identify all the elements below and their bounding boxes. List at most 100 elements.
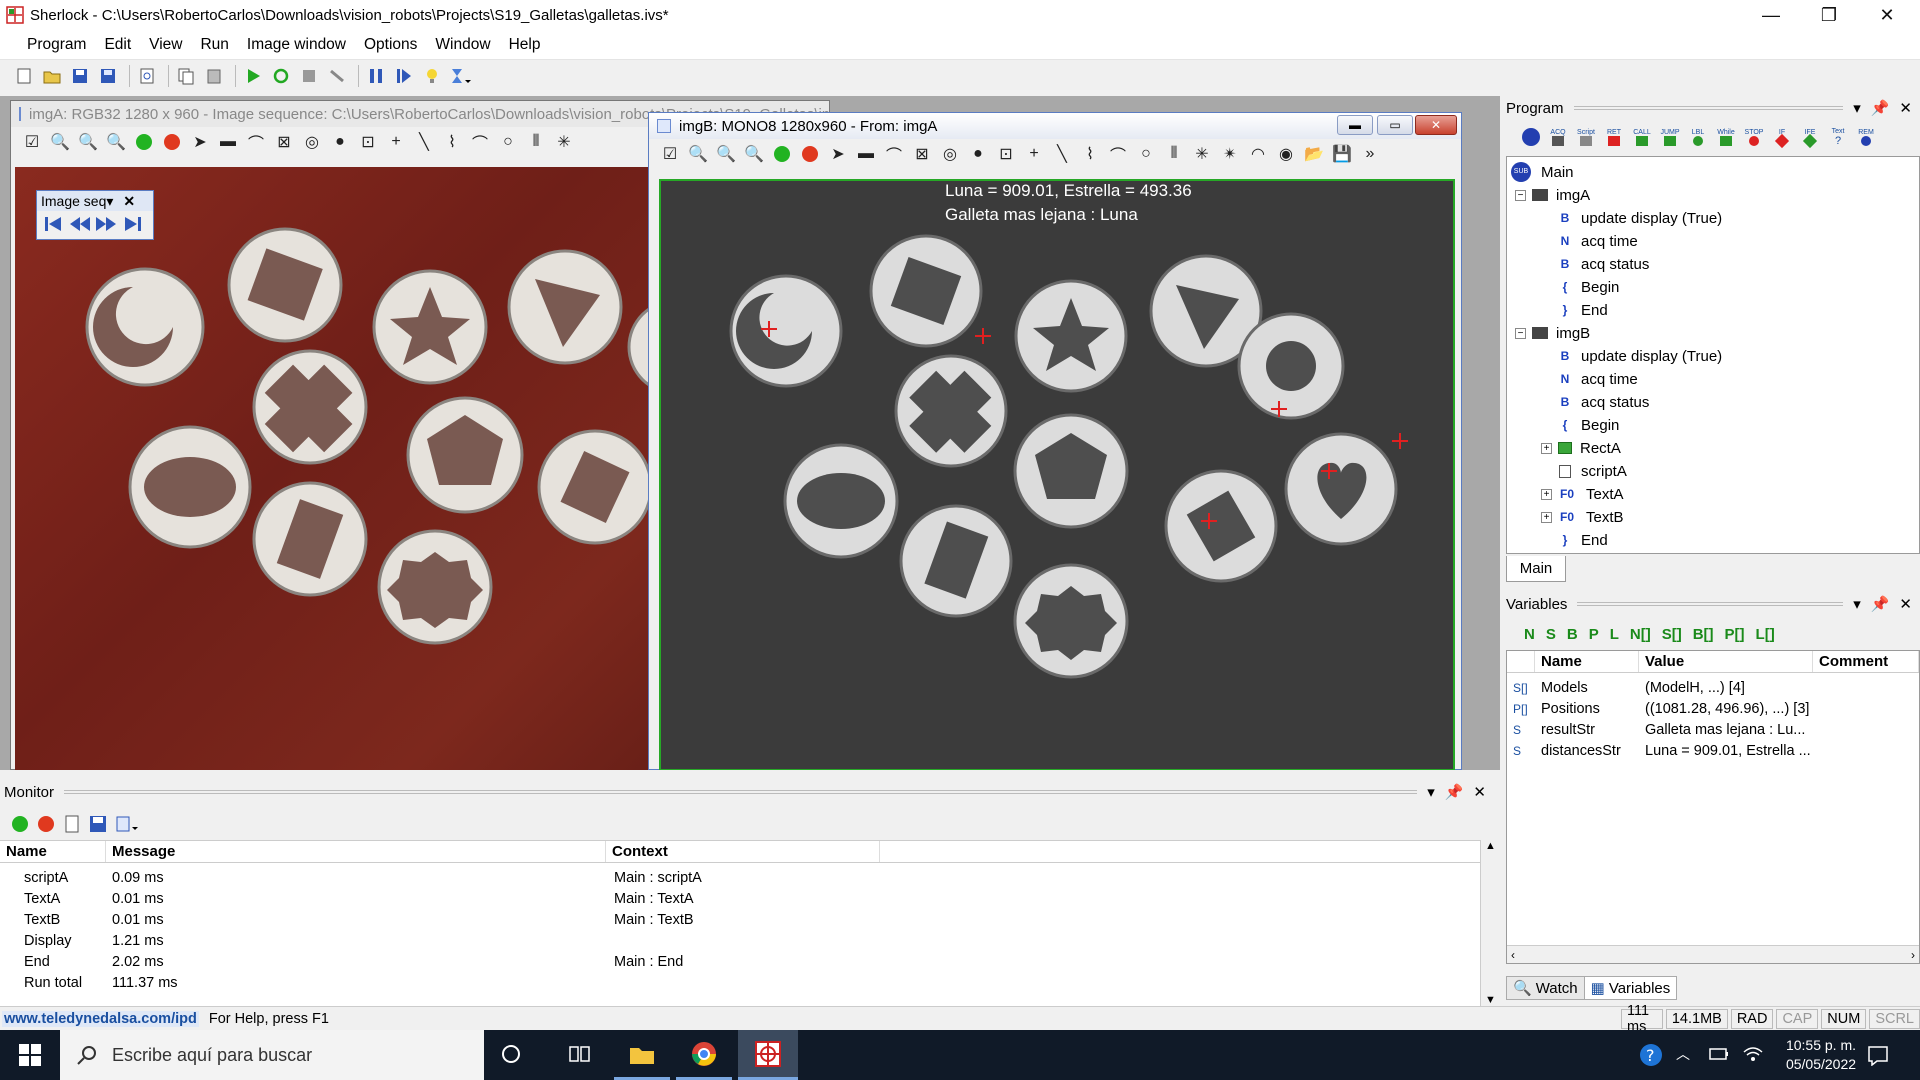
acq-instruction-icon[interactable]: ACQ xyxy=(1546,129,1570,146)
previous-frame-icon[interactable] xyxy=(69,215,91,237)
column-name[interactable]: Name xyxy=(0,841,106,862)
sherlock-taskbar-icon[interactable] xyxy=(738,1030,798,1080)
script-instruction-icon[interactable]: Script xyxy=(1574,129,1598,146)
dock-close-icon[interactable]: ✕ xyxy=(1899,595,1912,613)
dock-pin-icon[interactable]: 📌 xyxy=(1871,595,1890,613)
add-boolean-array-button[interactable]: B[] xyxy=(1693,626,1714,643)
add-string-array-button[interactable]: S[] xyxy=(1662,626,1682,643)
annulus-icon[interactable]: ◠ xyxy=(1247,143,1269,165)
monitor-row[interactable]: Run total 111.37 ms xyxy=(0,972,1480,993)
image-sequence-header[interactable]: Image seq▾ ✕ xyxy=(37,191,153,211)
star-icon[interactable]: ✴ xyxy=(1219,143,1241,165)
show-hidden-icons-icon[interactable]: ︿ xyxy=(1676,1044,1690,1064)
run-continuous-icon[interactable] xyxy=(269,64,293,88)
variables-grid[interactable]: Name Value Comment S[] Models (ModelH, .… xyxy=(1506,650,1920,964)
column-message[interactable]: Message xyxy=(106,841,606,862)
imgB-canvas[interactable]: Luna = 909.01, Estrella = 493.36 Galleta… xyxy=(659,179,1455,770)
monitor-stop-icon[interactable] xyxy=(36,814,56,834)
reset-icon[interactable] xyxy=(325,64,349,88)
dock-pin-icon[interactable]: 📌 xyxy=(1445,783,1464,801)
tree-node-imgA-acq-status[interactable]: Bacq status xyxy=(1559,253,1650,275)
zoom-out-icon[interactable]: 🔍 xyxy=(49,131,71,153)
program-tree[interactable]: SUB Main − imgA Bupdate display (True) N… xyxy=(1506,156,1920,554)
tree-node-main[interactable]: SUB Main xyxy=(1511,161,1574,183)
close-button[interactable]: ✕ xyxy=(1858,0,1916,30)
tab-main[interactable]: Main xyxy=(1506,556,1566,582)
pointer-icon[interactable]: ➤ xyxy=(189,131,211,153)
filled-circle-roi-icon[interactable]: ● xyxy=(967,143,989,165)
tree-node-imgA[interactable]: − imgA xyxy=(1515,184,1590,206)
tree-node-imgA-acq-time[interactable]: Nacq time xyxy=(1559,230,1638,252)
zoom-out-icon[interactable]: 🔍 xyxy=(687,143,709,165)
add-boolean-var-button[interactable]: B xyxy=(1567,626,1578,643)
collapse-toggle[interactable]: − xyxy=(1515,327,1526,339)
label-instruction-icon[interactable]: LBL xyxy=(1686,129,1710,146)
variable-row[interactable]: S distancesStr Luna = 909.01, Estrella .… xyxy=(1507,740,1919,761)
add-point-array-button[interactable]: P[] xyxy=(1725,626,1745,643)
reference-icon[interactable]: ⊠ xyxy=(273,131,295,153)
if-instruction-icon[interactable]: IF xyxy=(1770,129,1794,148)
monitor-clear-icon[interactable] xyxy=(62,814,82,834)
dock-dropdown-icon[interactable]: ▾ xyxy=(1853,595,1861,613)
pointer-icon[interactable]: ➤ xyxy=(827,143,849,165)
new-file-icon[interactable] xyxy=(12,64,36,88)
variable-row[interactable]: P[] Positions ((1081.28, 496.96), ...) [… xyxy=(1507,698,1919,719)
subroutine-icon[interactable] xyxy=(1520,126,1542,148)
dock-dropdown-icon[interactable]: ▾ xyxy=(1853,99,1861,117)
battery-icon[interactable] xyxy=(1708,1044,1730,1068)
monitor-row[interactable]: TextA 0.01 ms Main : TextA xyxy=(0,888,1480,909)
rake-icon[interactable]: ⦀ xyxy=(525,131,547,153)
start-button[interactable] xyxy=(0,1030,60,1080)
minimize-button[interactable]: — xyxy=(1742,0,1800,30)
line-icon[interactable]: ╲ xyxy=(413,131,435,153)
tree-node-imgB-end[interactable]: } End xyxy=(1559,529,1608,551)
add-line-var-button[interactable]: L xyxy=(1610,626,1619,643)
copy-icon[interactable] xyxy=(174,64,198,88)
expand-toggle[interactable]: + xyxy=(1541,511,1552,523)
print-preview-icon[interactable] xyxy=(135,64,159,88)
file-explorer-taskbar-icon[interactable] xyxy=(614,1030,670,1080)
line-icon[interactable]: ╲ xyxy=(1051,143,1073,165)
pause-icon[interactable] xyxy=(364,64,388,88)
stop-red-icon[interactable] xyxy=(799,143,821,165)
tree-node-imgA-end[interactable]: } End xyxy=(1559,299,1608,321)
monitor-row[interactable]: scriptA 0.09 ms Main : scriptA xyxy=(0,867,1480,888)
run-icon[interactable] xyxy=(241,64,265,88)
tree-node-imgB-acq-status[interactable]: Bacq status xyxy=(1559,391,1650,413)
paste-icon[interactable] xyxy=(202,64,226,88)
next-frame-icon[interactable] xyxy=(95,215,117,237)
stop-red-icon[interactable] xyxy=(161,131,183,153)
tab-watch[interactable]: 🔍 Watch xyxy=(1506,976,1585,1000)
point-icon[interactable]: + xyxy=(385,131,407,153)
scroll-up-icon[interactable]: ▲ xyxy=(1485,840,1496,852)
tree-node-recta[interactable]: + RectA xyxy=(1541,437,1621,459)
polyline-icon[interactable]: ⌇ xyxy=(1079,143,1101,165)
teledyne-link[interactable]: www.teledynedalsa.com/ipd xyxy=(2,1010,199,1027)
tree-node-imgA-begin[interactable]: {Begin xyxy=(1559,276,1620,298)
dock-pin-icon[interactable]: 📌 xyxy=(1871,99,1890,117)
monitor-row[interactable]: Display 1.21 ms xyxy=(0,930,1480,951)
tree-node-imgB-acq-time[interactable]: Nacq time xyxy=(1559,368,1638,390)
variable-row[interactable]: S[] Models (ModelH, ...) [4] xyxy=(1507,677,1919,698)
maximize-button[interactable]: ❐ xyxy=(1800,0,1858,30)
column-name[interactable]: Name xyxy=(1535,651,1639,672)
imgB-window[interactable]: imgB: MONO8 1280x960 - From: imgA ▬ ▭ ✕ … xyxy=(648,112,1462,770)
rake-icon[interactable]: ⦀ xyxy=(1163,143,1185,165)
tab-variables[interactable]: ▦ Variables xyxy=(1584,976,1678,1000)
wifi-icon[interactable] xyxy=(1742,1044,1764,1068)
imgB-close-button[interactable]: ✕ xyxy=(1415,115,1457,135)
properties-icon[interactable]: ☑ xyxy=(659,143,681,165)
reference-icon[interactable]: ⊠ xyxy=(911,143,933,165)
stop-icon[interactable] xyxy=(297,64,321,88)
notifications-icon[interactable] xyxy=(1866,1044,1890,1070)
arc-icon[interactable]: ⌒ xyxy=(469,131,491,153)
rectangle-roi-icon[interactable]: ▬ xyxy=(855,143,877,165)
tree-node-imgB-begin[interactable]: {Begin xyxy=(1559,414,1620,436)
save-image-icon[interactable]: 💾 xyxy=(1331,143,1353,165)
chrome-taskbar-icon[interactable] xyxy=(676,1030,732,1080)
taskbar-clock[interactable]: 10:55 p. m. 05/05/2022 xyxy=(1766,1036,1876,1074)
stop-instruction-icon[interactable]: STOP xyxy=(1742,129,1766,146)
image-sequence-label[interactable]: Image seq▾ xyxy=(41,193,113,210)
lightbulb-icon[interactable] xyxy=(420,64,444,88)
zoom-in-icon[interactable]: 🔍 xyxy=(77,131,99,153)
